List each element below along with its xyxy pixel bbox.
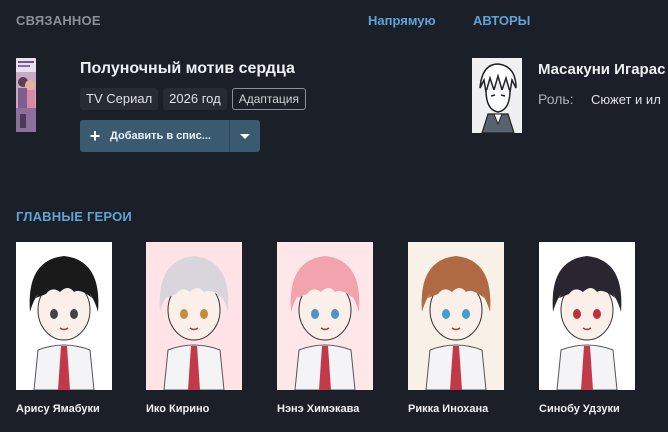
hero-name[interactable]: Ико Кирино xyxy=(146,403,242,415)
related-work-title[interactable]: Полуночный мотив сердца xyxy=(80,60,295,78)
hero-card[interactable]: Рикка Инохана xyxy=(408,242,504,415)
related-work-cover[interactable] xyxy=(16,58,36,132)
caret-down-icon xyxy=(240,133,250,139)
author-photo[interactable] xyxy=(472,58,522,133)
hero-card[interactable]: Арису Ямабуки xyxy=(16,242,112,415)
author-name[interactable]: Масакуни Игарас xyxy=(538,61,665,78)
hero-name[interactable]: Синобу Удзуки xyxy=(539,403,635,415)
hero-card[interactable]: Синобу Удзуки xyxy=(539,242,635,415)
main-heroes-title: ГЛАВНЫЕ ГЕРОИ xyxy=(16,209,132,224)
add-to-list-dropdown[interactable] xyxy=(229,120,260,152)
author-role-value: Сюжет и ил xyxy=(591,92,661,107)
related-work-tags: TV Сериал 2026 год Адаптация xyxy=(80,88,306,110)
hero-portrait[interactable] xyxy=(539,242,635,390)
related-section-title: СВЯЗАННОЕ xyxy=(16,13,101,28)
tab-authors[interactable]: АВТОРЫ xyxy=(473,13,530,28)
add-to-list-button[interactable]: + Добавить в спис... xyxy=(80,120,260,152)
author-role-label: Роль: xyxy=(538,91,574,107)
hero-name[interactable]: Рикка Инохана xyxy=(408,403,504,415)
hero-portrait[interactable] xyxy=(277,242,373,390)
year-tag: 2026 год xyxy=(163,88,227,110)
format-tag: TV Сериал xyxy=(80,88,159,110)
hero-portrait[interactable] xyxy=(146,242,242,390)
hero-card[interactable]: Ико Кирино xyxy=(146,242,242,415)
hero-portrait[interactable] xyxy=(408,242,504,390)
hero-name[interactable]: Арису Ямабуки xyxy=(16,403,112,415)
hero-name[interactable]: Нэнэ Химэкава xyxy=(277,403,373,415)
page: СВЯЗАННОЕ Напрямую АВТОРЫ Полуночный мот… xyxy=(0,0,668,432)
hero-card[interactable]: Нэнэ Химэкава xyxy=(277,242,373,415)
add-to-list-label: Добавить в спис... xyxy=(110,130,211,142)
relation-badge: Адаптация xyxy=(231,88,306,110)
hero-portrait[interactable] xyxy=(16,242,112,390)
plus-icon: + xyxy=(89,125,101,146)
tab-direct[interactable]: Напрямую xyxy=(368,13,436,28)
